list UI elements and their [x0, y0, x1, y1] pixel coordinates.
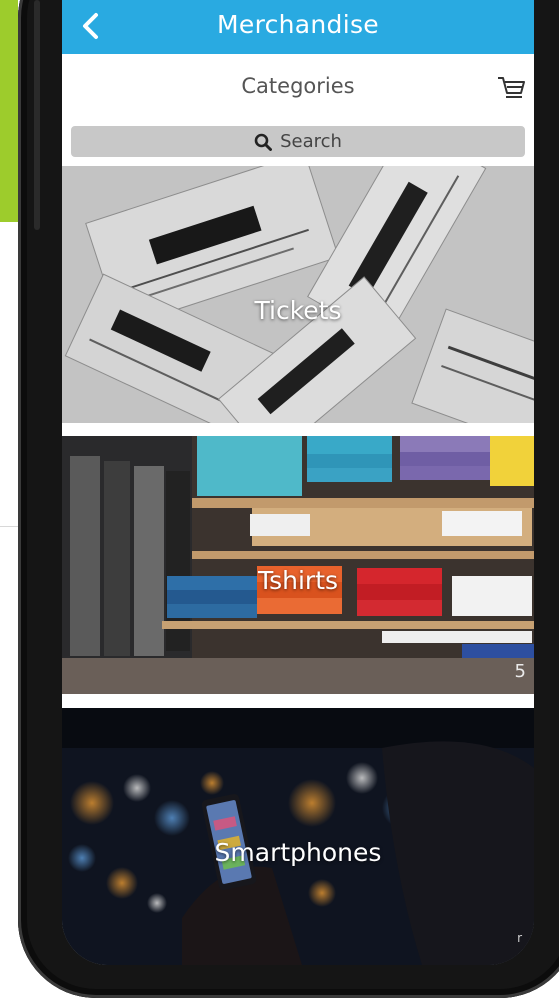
subheader: Categories — [62, 54, 534, 122]
smartphones-image — [62, 708, 534, 965]
category-label-tshirts: Tshirts — [257, 566, 339, 595]
cart-button[interactable] — [496, 74, 526, 102]
category-tile-tickets[interactable]: Tickets — [62, 166, 534, 423]
phone-side-button — [34, 0, 40, 230]
tickets-image — [62, 166, 534, 423]
search-bar[interactable]: Search — [71, 126, 525, 157]
section-title: Categories — [241, 74, 355, 98]
category-corner-mark: r — [517, 931, 522, 945]
category-label-tickets: Tickets — [254, 296, 342, 325]
search-label: Search — [280, 131, 342, 152]
page-title: Merchandise — [217, 10, 379, 39]
category-tile-tshirts[interactable]: Tshirts 5 — [62, 436, 534, 694]
background-accent-bar — [0, 0, 18, 222]
search-icon — [254, 133, 273, 151]
navigation-bar: Merchandise — [62, 0, 534, 54]
app-screen: Merchandise Categories Search Tickets Ts… — [62, 0, 534, 965]
category-tile-smartphones[interactable]: Smartphones r — [62, 708, 534, 965]
category-label-smartphones: Smartphones — [214, 838, 382, 867]
cart-icon — [498, 77, 525, 98]
category-count-tshirts: 5 — [514, 661, 526, 682]
tshirts-image — [62, 436, 534, 694]
